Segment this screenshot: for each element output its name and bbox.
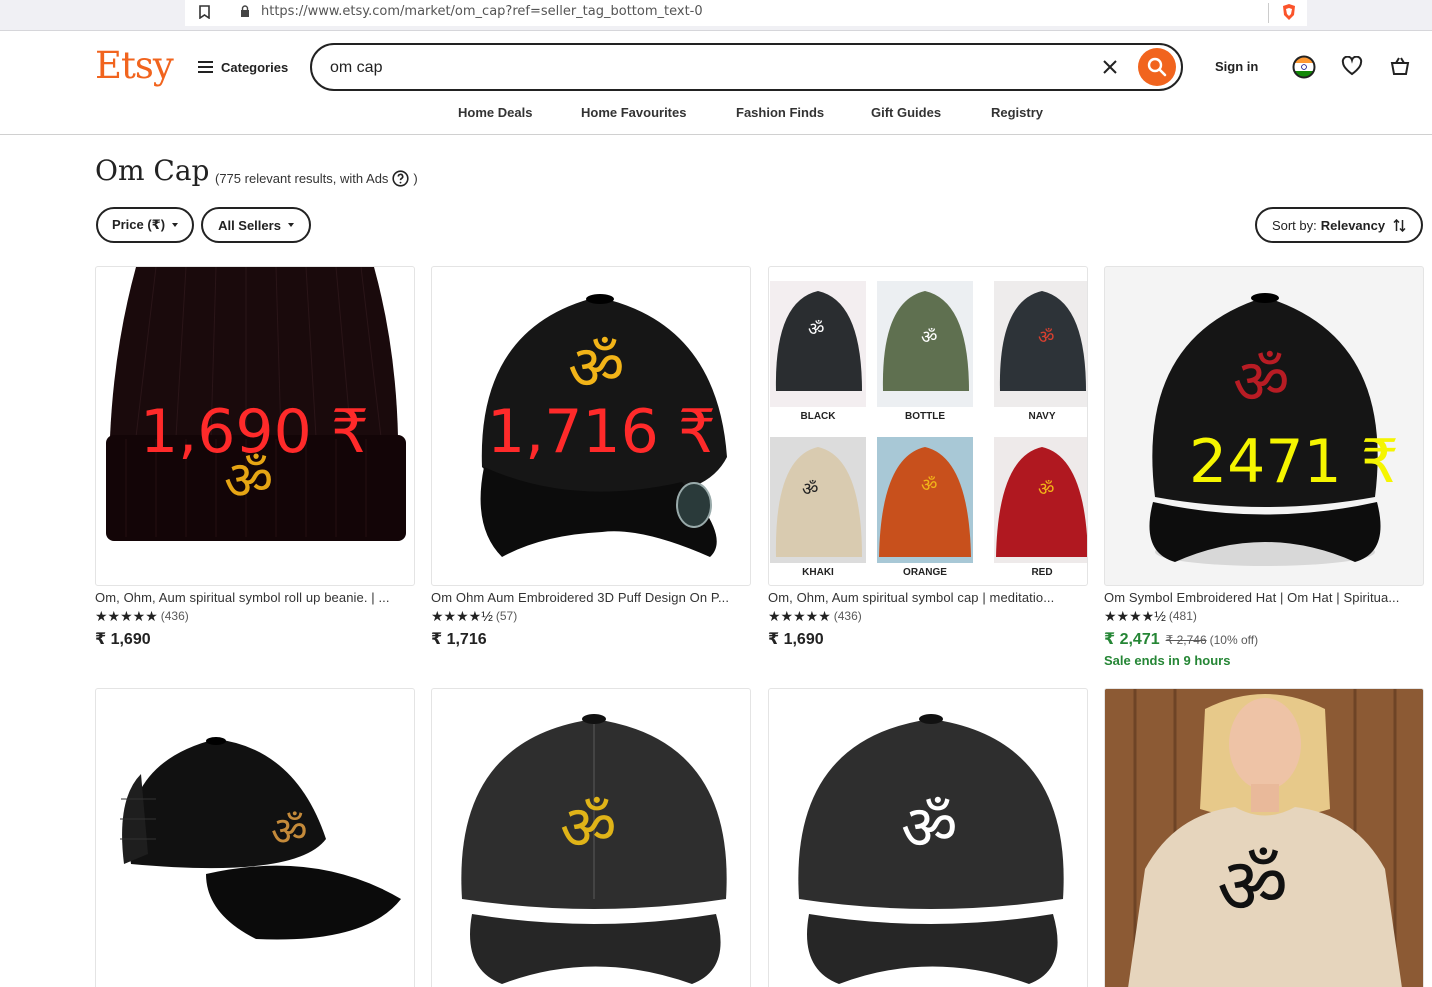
product-card[interactable]: ॐ (768, 688, 1088, 987)
product-title[interactable]: Om, Ohm, Aum spiritual symbol cap | medi… (768, 590, 1086, 605)
product-image[interactable]: ॐ 1,716 ₹ (431, 266, 751, 586)
product-card[interactable]: ॐ 1,690 ₹ Om, Ohm, Aum spiritual symbol … (95, 266, 415, 649)
sort-arrows-icon (1393, 218, 1406, 232)
color-swatch-bottle: ॐ BOTTLE (877, 281, 973, 422)
sellers-filter-button[interactable]: All Sellers (201, 207, 311, 243)
star-rating-icon: ★★★★★ (768, 607, 831, 624)
om-symbol-embroidery: ॐ (271, 809, 308, 855)
product-card[interactable]: ॐ (431, 688, 751, 987)
price-overlay: 1,716 ₹ (487, 397, 717, 467)
color-swatch-black: ॐ BLACK (770, 281, 866, 422)
product-image[interactable]: ॐ (95, 688, 415, 987)
product-rating: ★★★★½ (481) (1104, 608, 1424, 623)
color-swatch-orange: ॐ ORANGE (877, 437, 973, 578)
hamburger-menu-icon (198, 61, 213, 73)
results-count-text: (775 relevant results, with Ads (215, 171, 389, 186)
sort-prefix: Sort by: (1271, 217, 1317, 233)
nav-gift-guides[interactable]: Gift Guides (871, 105, 941, 120)
nav-fashion-finds[interactable]: Fashion Finds (736, 105, 824, 120)
om-symbol-print: ॐ (1217, 842, 1289, 932)
color-swatch-red: ॐ RED (994, 437, 1087, 578)
product-card[interactable]: ॐ 2471 ₹ Om Symbol Embroidered Hat | Om … (1104, 266, 1424, 668)
favorites-heart-icon[interactable] (1341, 56, 1363, 76)
url-text[interactable]: https://www.etsy.com/market/om_cap?ref=s… (261, 4, 703, 19)
sale-price: ₹ 2,471 (1104, 631, 1160, 648)
brave-shield-icon[interactable] (1281, 3, 1297, 21)
star-rating-icon: ★★★★★ (95, 607, 158, 624)
product-rating: ★★★★½ (57) (431, 608, 751, 623)
review-count: (436) (833, 608, 862, 623)
page-title: Om Cap (95, 154, 210, 187)
india-flag-icon[interactable] (1292, 55, 1316, 79)
product-title[interactable]: Om, Ohm, Aum spiritual symbol roll up be… (95, 590, 413, 605)
product-price: ₹ 1,690 (768, 631, 824, 648)
caret-down-icon (172, 223, 179, 227)
product-card[interactable]: ॐ (1104, 688, 1424, 987)
sign-in-link[interactable]: Sign in (1215, 59, 1258, 74)
om-symbol-embroidery: ॐ (568, 331, 625, 404)
discount-percent: (10% off) (1209, 633, 1259, 647)
product-image[interactable]: ॐ 2471 ₹ (1104, 266, 1424, 586)
product-price: ₹ 2,471 ₹ 2,746 (10% off) (1104, 629, 1424, 649)
product-card[interactable]: ॐ BLACK ॐ BOTTLE ॐ NAVY ॐ KHAKI ॐ ORANGE… (768, 266, 1088, 649)
price-overlay: 2471 ₹ (1189, 427, 1399, 497)
caret-down-icon (287, 223, 294, 227)
product-price: ₹ 1,716 (431, 631, 487, 648)
color-variant-grid: ॐ BLACK ॐ BOTTLE ॐ NAVY ॐ KHAKI ॐ ORANGE… (769, 267, 1087, 585)
sellers-filter-label: All Sellers (218, 217, 281, 233)
search-bar (310, 43, 1183, 91)
price-overlay: 1,690 ₹ (140, 397, 370, 467)
top-navigation: Home Deals Home Favourites Fashion Finds… (0, 100, 1432, 135)
lock-icon[interactable] (240, 5, 250, 17)
sort-value: Relevancy (1320, 217, 1386, 233)
categories-label: Categories (221, 59, 289, 75)
results-count: (775 relevant results, with Ads ) (215, 170, 418, 187)
nav-home-deals[interactable]: Home Deals (458, 105, 532, 120)
sale-countdown: Sale ends in 9 hours (1104, 653, 1231, 668)
bookmark-icon[interactable] (199, 5, 210, 19)
search-icon (1147, 57, 1167, 77)
help-circle-icon[interactable] (392, 170, 410, 187)
product-image[interactable]: ॐ 1,690 ₹ (95, 266, 415, 586)
sort-button[interactable]: Sort by: Relevancy (1255, 207, 1423, 243)
price-filter-button[interactable]: Price (₹) (96, 207, 194, 243)
product-image[interactable]: ॐ (431, 688, 751, 987)
product-card[interactable]: ॐ 1,716 ₹ Om Ohm Aum Embroidered 3D Puff… (431, 266, 751, 649)
categories-button[interactable]: Categories (198, 56, 288, 78)
product-rating: ★★★★★ (436) (95, 608, 415, 623)
product-price: ₹ 1,690 (95, 631, 151, 648)
browser-url-bar: https://www.etsy.com/market/om_cap?ref=s… (0, 0, 1432, 31)
review-count: (481) (1168, 608, 1197, 623)
nav-home-favourites[interactable]: Home Favourites (581, 105, 686, 120)
trucker-cap-image (120, 737, 401, 940)
url-divider (1268, 3, 1269, 23)
tshirt-model-image (1105, 689, 1423, 987)
product-rating: ★★★★★ (436) (768, 608, 1088, 623)
om-symbol-embroidery: ॐ (1233, 345, 1290, 418)
product-card[interactable]: ॐ (95, 688, 415, 987)
star-rating-icon: ★★★★½ (1104, 607, 1166, 624)
color-swatch-navy: ॐ NAVY (994, 281, 1087, 422)
nav-registry[interactable]: Registry (991, 105, 1043, 120)
product-image[interactable]: ॐ (768, 688, 1088, 987)
search-button[interactable] (1138, 48, 1176, 86)
product-image[interactable]: ॐ (1104, 688, 1424, 987)
etsy-logo[interactable]: Etsy (95, 44, 174, 88)
clear-search-icon[interactable] (1102, 59, 1118, 75)
original-price: ₹ 2,746 (1165, 633, 1207, 647)
product-image[interactable]: ॐ BLACK ॐ BOTTLE ॐ NAVY ॐ KHAKI ॐ ORANGE… (768, 266, 1088, 586)
om-symbol-embroidery: ॐ (901, 791, 958, 864)
results-count-close: ) (413, 171, 418, 186)
star-rating-icon: ★★★★½ (431, 607, 493, 624)
shopping-bag-icon[interactable] (1390, 56, 1410, 76)
product-title[interactable]: Om Ohm Aum Embroidered 3D Puff Design On… (431, 590, 749, 605)
search-input[interactable] (330, 57, 1090, 79)
review-count: (57) (495, 608, 518, 623)
om-symbol-embroidery: ॐ (560, 791, 617, 864)
product-title[interactable]: Om Symbol Embroidered Hat | Om Hat | Spi… (1104, 590, 1422, 605)
review-count: (436) (160, 608, 189, 623)
color-swatch-khaki: ॐ KHAKI (770, 437, 866, 578)
price-filter-label: Price (₹) (111, 217, 166, 232)
